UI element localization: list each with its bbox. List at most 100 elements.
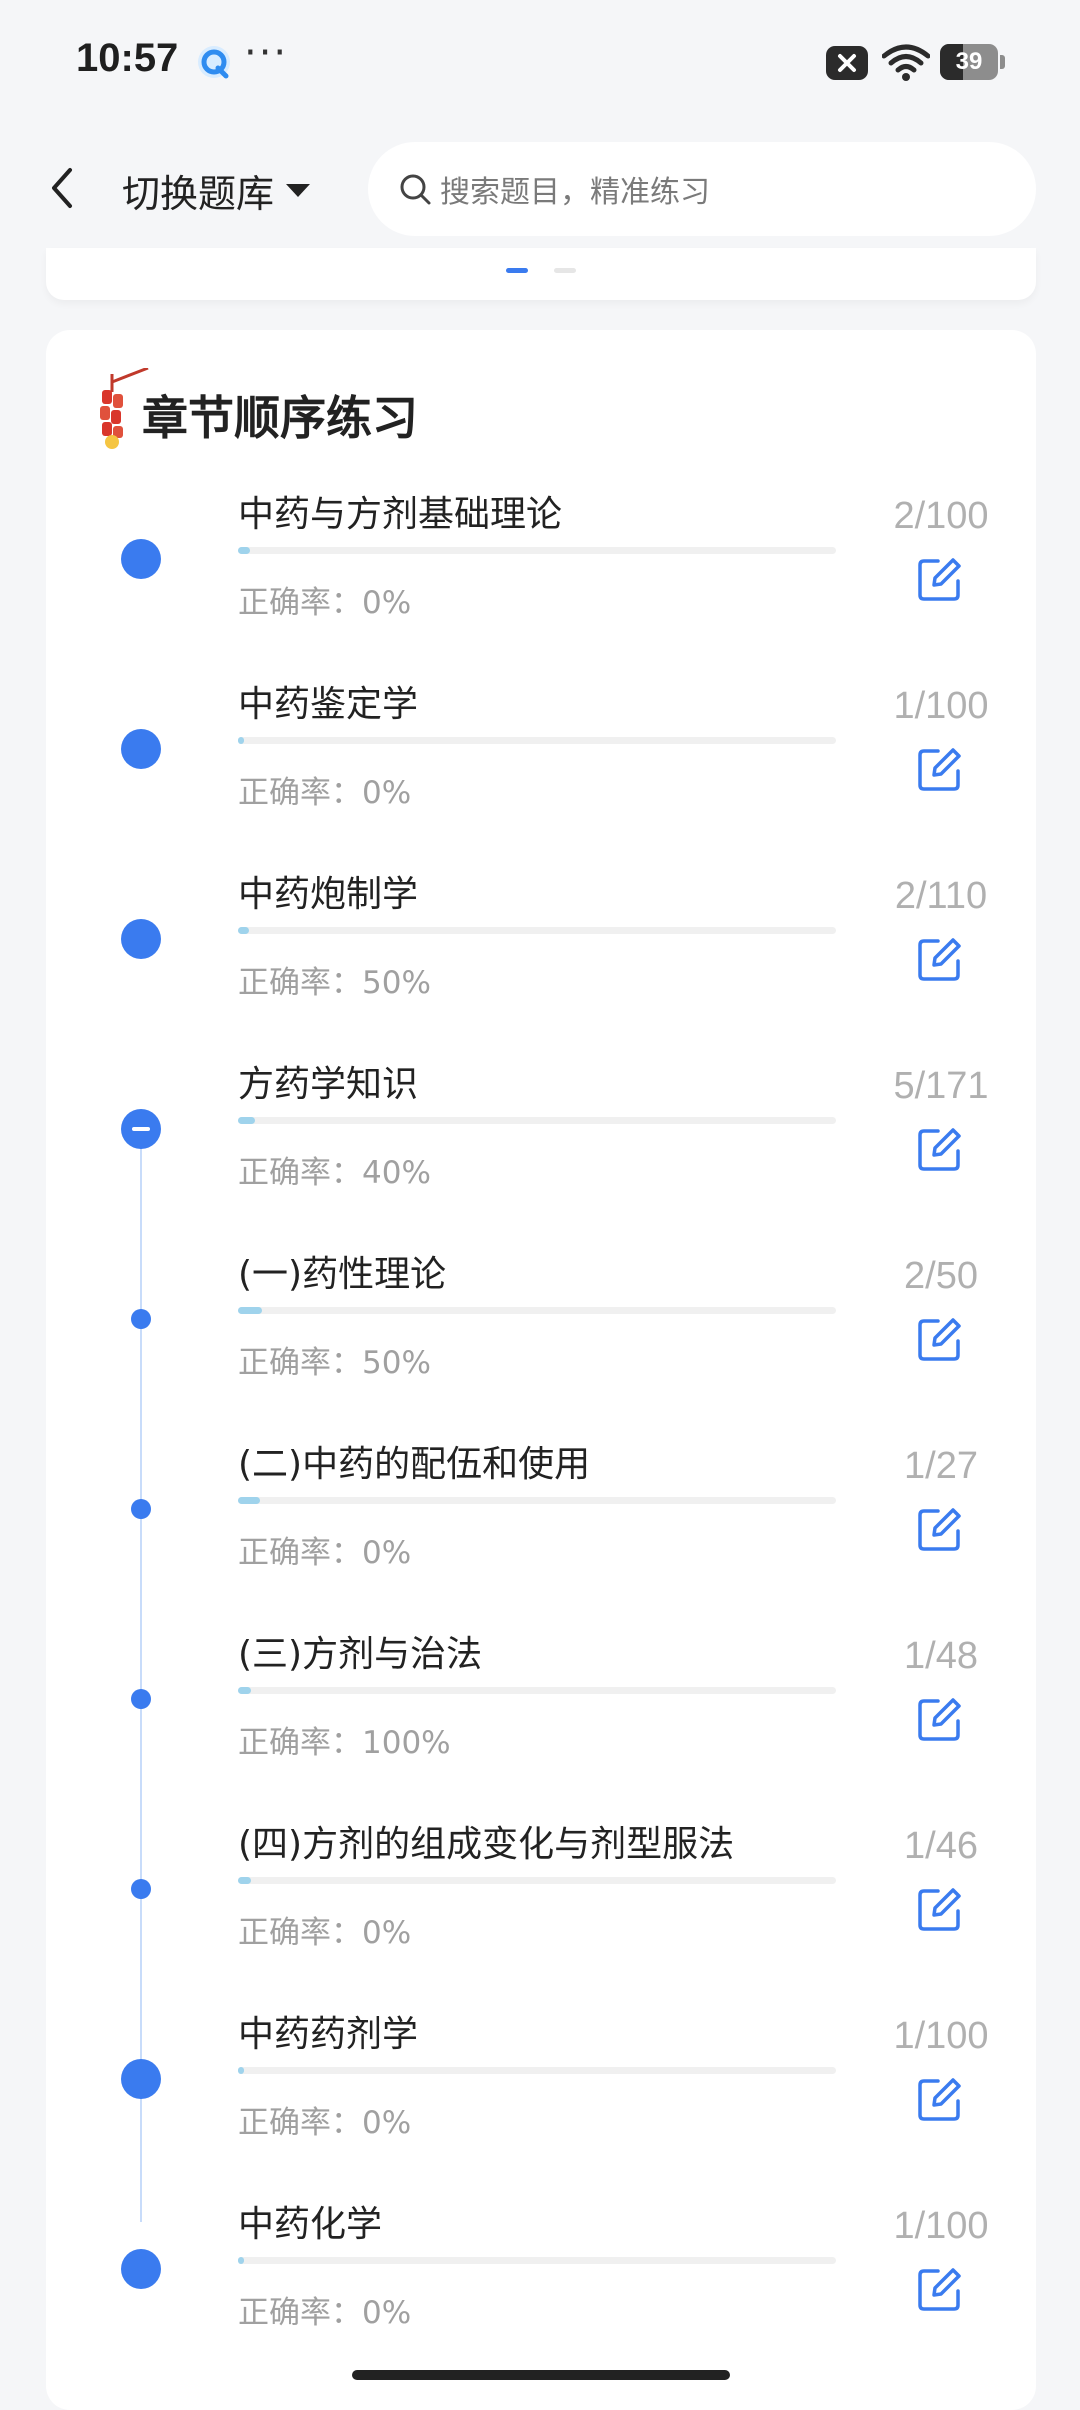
edit-practice-icon[interactable] — [916, 1505, 964, 1553]
chapter-title: (三)方剂与治法 — [238, 1634, 483, 1675]
accuracy-value: 50% — [362, 965, 431, 1001]
accuracy-label: 正确率： — [238, 1535, 362, 1571]
edit-practice-icon[interactable] — [916, 2075, 964, 2123]
chapter-title: (二)中药的配伍和使用 — [238, 1444, 591, 1485]
battery-level-text: 39 — [955, 48, 983, 75]
chapter-progress-fill — [238, 1497, 261, 1504]
chapter-item[interactable]: (一)药性理论正确率：50% 2/50 — [46, 1245, 1036, 1435]
pager-dot[interactable] — [554, 268, 576, 273]
chapter-accuracy: 正确率：100% — [238, 1717, 451, 1762]
edit-practice-icon[interactable] — [916, 1125, 964, 1173]
edit-practice-icon[interactable] — [916, 745, 964, 793]
chapter-item[interactable]: 中药鉴定学正确率：0% 1/100 — [46, 675, 1036, 865]
chapter-progress-bar — [238, 1307, 836, 1314]
chapter-progress-fill — [238, 1117, 256, 1124]
chapter-item[interactable]: 中药药剂学 正确率：0% 1/100 — [46, 2005, 1036, 2195]
accuracy-label: 正确率： — [238, 1915, 362, 1951]
chapter-progress-fill — [238, 1877, 252, 1884]
accuracy-value: 0% — [362, 775, 412, 811]
chapter-title: 中药鉴定学 — [238, 684, 419, 725]
chapter-accuracy: 正确率：0% — [238, 2097, 411, 2142]
timeline-node — [121, 2249, 161, 2289]
accuracy-label: 正确率： — [238, 585, 362, 621]
home-indicator[interactable] — [352, 2370, 730, 2380]
chapter-progress-fill — [238, 1687, 251, 1694]
chapter-progress-bar — [238, 547, 836, 554]
edit-practice-icon[interactable] — [916, 555, 964, 603]
accuracy-value: 0% — [362, 1915, 412, 1951]
app-notification-icon — [198, 46, 230, 79]
accuracy-label: 正确率： — [238, 1155, 362, 1191]
timeline-node — [121, 729, 161, 769]
status-bar: 10:57 ··· 39 — [0, 0, 1080, 130]
timeline-node — [131, 1879, 151, 1899]
edit-practice-icon[interactable] — [916, 1885, 964, 1933]
accuracy-label: 正确率： — [238, 775, 362, 811]
edit-practice-icon[interactable] — [916, 1695, 964, 1743]
chapter-question-count: 1/100 — [893, 2015, 989, 2057]
chapter-item[interactable]: 中药与方剂基础理论正确率：0% 2/100 — [46, 485, 1036, 675]
accuracy-label: 正确率： — [238, 965, 362, 1001]
chapter-title: (四)方剂的组成变化与剂型服法 — [238, 1824, 735, 1865]
chapter-item[interactable]: 方药学知识 正确率：40% 5/171 — [46, 1055, 1036, 1245]
chapter-question-count: 2/50 — [904, 1255, 978, 1297]
chapter-accuracy: 正确率：0% — [238, 1907, 411, 1952]
timeline-node — [121, 539, 161, 579]
chapter-item[interactable]: 中药炮制学正确率：50% 2/110 — [46, 865, 1036, 1055]
chapter-question-count: 1/100 — [893, 2205, 989, 2247]
timeline-node — [121, 2059, 161, 2099]
chapter-accuracy: 正确率：50% — [238, 1337, 431, 1382]
accuracy-label: 正确率： — [238, 2295, 362, 2331]
caret-down-icon — [286, 184, 311, 197]
pager-dot-active[interactable] — [506, 268, 528, 273]
status-time: 10:57 — [76, 36, 179, 80]
chapter-title: 中药化学 — [238, 2204, 383, 2245]
chapter-progress-bar — [238, 1117, 836, 1124]
chapter-title: 方药学知识 — [238, 1064, 419, 1105]
chapter-accuracy: 正确率：0% — [238, 1527, 411, 1572]
chapter-item[interactable]: (二)中药的配伍和使用正确率：0% 1/27 — [46, 1435, 1036, 1625]
accuracy-value: 50% — [362, 1345, 431, 1381]
chapter-title: 中药与方剂基础理论 — [238, 494, 563, 535]
chapter-question-count: 2/100 — [893, 495, 989, 537]
chapter-progress-bar — [238, 1497, 836, 1504]
chapter-accuracy: 正确率：0% — [238, 767, 411, 812]
back-arrow-icon[interactable] — [40, 158, 84, 218]
chapter-item[interactable]: (四)方剂的组成变化与剂型服法 正确率：0% 1/46 — [46, 1815, 1036, 2005]
header-bar: 切换题库 搜索题目，精准练习 — [0, 130, 1080, 248]
chapter-practice-card: 章节顺序练习 中药与方剂基础理论 正确率：0% 2/100 中药鉴定学 正确率：0% 1/… — [46, 330, 1036, 2410]
timeline-node — [121, 919, 161, 959]
accuracy-label: 正确率： — [238, 2105, 362, 2141]
chapter-title: (一)药性理论 — [238, 1254, 447, 1295]
accuracy-value: 0% — [362, 2105, 412, 2141]
accuracy-label: 正确率： — [238, 1725, 362, 1761]
edit-practice-icon[interactable] — [916, 935, 964, 983]
switch-question-bank-button[interactable]: 切换题库 — [122, 160, 312, 220]
edit-practice-icon[interactable] — [916, 1315, 964, 1363]
chapter-item[interactable]: (三)方剂与治法 正确率：100% 1/48 — [46, 1625, 1036, 1815]
chapter-progress-bar — [238, 927, 836, 934]
chapter-accuracy: 正确率：0% — [238, 577, 411, 622]
timeline-node — [131, 1689, 151, 1709]
chapter-question-count: 1/100 — [893, 685, 989, 727]
search-input[interactable]: 搜索题目，精准练习 — [368, 142, 1036, 236]
edit-practice-icon[interactable] — [916, 2265, 964, 2313]
chapter-progress-bar — [238, 2067, 836, 2074]
accuracy-value: 0% — [362, 1535, 412, 1571]
accuracy-value: 40% — [362, 1155, 431, 1191]
search-placeholder: 搜索题目，精准练习 — [440, 175, 710, 210]
chapter-item[interactable]: 中药化学正确率：0% 1/100 — [46, 2195, 1036, 2385]
chapter-question-count: 2/110 — [894, 875, 988, 917]
chapter-accuracy: 正确率：0% — [238, 2287, 411, 2332]
collapse-node-icon[interactable] — [121, 1109, 161, 1149]
chapter-progress-bar — [238, 1877, 836, 1884]
chapter-progress-fill — [238, 737, 244, 744]
chapter-question-count: 1/27 — [904, 1445, 978, 1487]
chapter-title: 中药炮制学 — [238, 874, 419, 915]
switch-question-bank-label: 切换题库 — [122, 171, 275, 216]
chapter-progress-fill — [238, 2257, 244, 2264]
timeline-node — [131, 1309, 151, 1329]
accuracy-value: 100% — [362, 1725, 451, 1761]
chapter-accuracy: 正确率：50% — [238, 957, 431, 1002]
timeline-node — [131, 1499, 151, 1519]
